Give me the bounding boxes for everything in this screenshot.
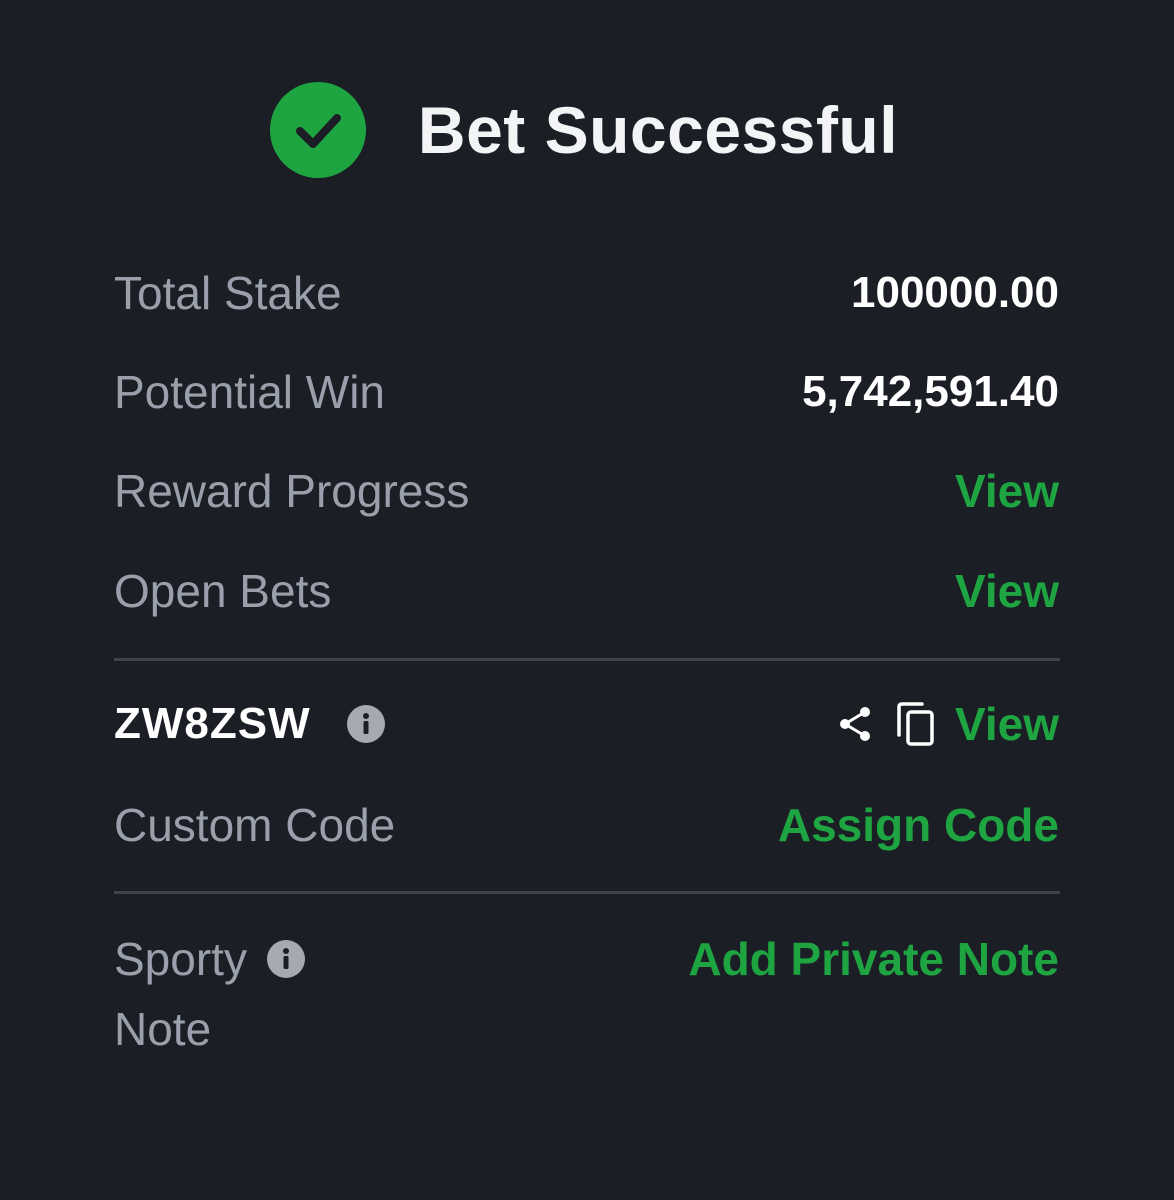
bet-success-header: Bet Successful (0, 80, 1174, 180)
info-icon[interactable] (346, 705, 385, 743)
page-title: Bet Successful (417, 93, 899, 167)
open-bets-view-link[interactable]: View (955, 564, 1059, 618)
potential-win-row: Potential Win 5,742,591.40 (114, 362, 1059, 422)
add-private-note-link[interactable]: Add Private Note (688, 932, 1059, 986)
potential-win-label: Potential Win (114, 366, 386, 418)
reward-progress-view-link[interactable]: View (955, 464, 1059, 518)
total-stake-value: 100000.00 (851, 268, 1059, 317)
reward-progress-label: Reward Progress (114, 465, 470, 517)
reward-progress-row: Reward Progress View (114, 461, 1059, 521)
share-icon[interactable] (835, 704, 875, 744)
sporty-note-label-line1: Sporty (114, 933, 247, 985)
total-stake-row: Total Stake 100000.00 (114, 263, 1059, 323)
total-stake-label: Total Stake (114, 267, 342, 319)
booking-view-link[interactable]: View (955, 697, 1059, 751)
open-bets-row: Open Bets View (114, 561, 1059, 621)
divider (114, 658, 1060, 661)
sporty-note-row: Sporty Note Add Private Note (114, 930, 1059, 1058)
check-circle-icon (269, 82, 366, 178)
custom-code-row: Custom Code Assign Code (114, 795, 1059, 855)
booking-code: ZW8ZSW (114, 699, 311, 748)
custom-code-label: Custom Code (114, 799, 396, 851)
potential-win-value: 5,742,591.40 (802, 367, 1059, 416)
assign-code-link[interactable]: Assign Code (778, 798, 1059, 852)
booking-code-row: ZW8ZSW View (114, 694, 1059, 754)
divider (114, 891, 1060, 894)
sporty-note-label-line2: Note (114, 1003, 212, 1055)
copy-icon[interactable] (895, 701, 937, 747)
info-icon[interactable] (266, 940, 305, 978)
open-bets-label: Open Bets (114, 565, 332, 617)
